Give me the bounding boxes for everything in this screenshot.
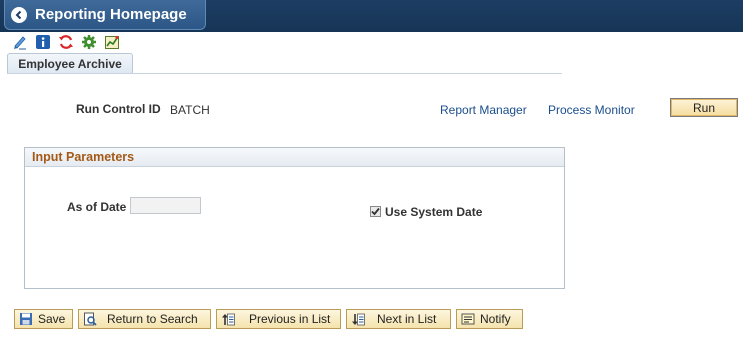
back-button-label: Reporting Homepage: [35, 6, 187, 23]
chevron-left-icon: [11, 6, 27, 23]
run-control-id-label: Run Control ID: [76, 102, 161, 116]
chart-icon[interactable]: [104, 34, 120, 50]
use-system-date-label: Use System Date: [385, 205, 483, 219]
save-button-label: Save: [38, 312, 66, 326]
info-icon[interactable]: [35, 34, 51, 50]
run-button[interactable]: Run: [670, 98, 738, 117]
refresh-icon[interactable]: [58, 34, 74, 50]
as-of-date-input[interactable]: [130, 197, 201, 214]
edit-pen-icon[interactable]: [12, 34, 28, 50]
previous-in-list-button[interactable]: Previous in List: [216, 309, 341, 329]
save-icon: [19, 312, 33, 326]
report-manager-link[interactable]: Report Manager: [440, 103, 527, 117]
notify-label: Notify: [480, 312, 511, 326]
save-button[interactable]: Save: [14, 309, 73, 329]
checkmark-icon: [371, 207, 380, 216]
search-document-icon: [83, 312, 97, 326]
back-button[interactable]: Reporting Homepage: [4, 0, 206, 30]
next-in-list-label: Next in List: [377, 312, 437, 326]
next-in-list-button[interactable]: Next in List: [346, 309, 451, 329]
gear-icon[interactable]: [81, 34, 97, 50]
previous-list-icon: [221, 312, 235, 326]
as-of-date-label: As of Date: [67, 200, 127, 214]
group-title: Input Parameters: [25, 148, 564, 167]
tab-underline: [7, 73, 562, 74]
previous-in-list-label: Previous in List: [249, 312, 331, 326]
tab-employee-archive[interactable]: Employee Archive: [7, 53, 133, 73]
page-toolbar: [12, 33, 120, 51]
next-list-icon: [351, 312, 365, 326]
return-to-search-label: Return to Search: [107, 312, 198, 326]
top-banner: Reporting Homepage: [0, 0, 743, 32]
notify-icon: [461, 312, 475, 326]
return-to-search-button[interactable]: Return to Search: [78, 309, 211, 329]
notify-button[interactable]: Notify: [456, 309, 523, 329]
input-parameters-group: Input Parameters As of Date Use System D…: [24, 147, 565, 289]
process-monitor-link[interactable]: Process Monitor: [548, 103, 635, 117]
run-control-id-value: BATCH: [170, 103, 210, 117]
use-system-date-checkbox[interactable]: [370, 206, 381, 217]
